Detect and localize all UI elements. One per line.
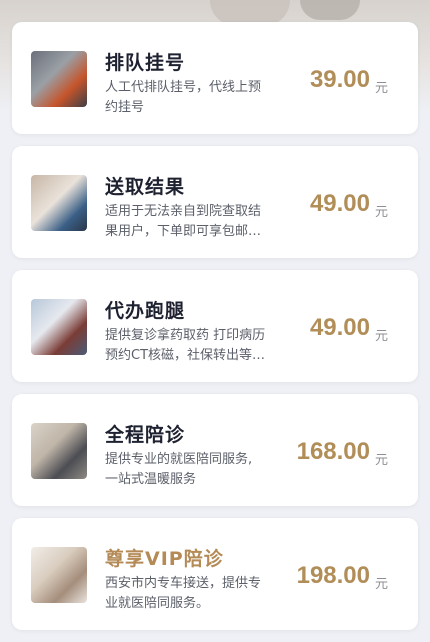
service-description-line: 预约CT核磁，社保转出等…	[105, 348, 266, 363]
banner-decoration	[300, 0, 360, 20]
price-unit: 元	[374, 577, 388, 592]
service-description-line: 约挂号	[105, 100, 145, 115]
service-card-vip-escort[interactable]: 尊享VIP陪诊 西安市内专车接送，提供专 业就医陪同服务。 198.00 元	[12, 518, 418, 630]
price-unit: 元	[374, 329, 388, 344]
service-card-errand[interactable]: 代办跑腿 提供复诊拿药取药 打印病历 预约CT核磁，社保转出等… 49.00 元	[12, 270, 418, 382]
queue-registration-photo	[31, 51, 87, 107]
service-description-line: 业就医陪同服务。	[105, 596, 210, 611]
result-delivery-photo	[31, 175, 87, 231]
vip-escort-photo	[31, 547, 87, 603]
service-description-line: 提供复诊拿药取药 打印病历	[105, 328, 266, 343]
service-card-queue-registration[interactable]: 排队挂号 人工代排队挂号，代线上预 约挂号 39.00 元	[12, 22, 418, 134]
service-description: 提供复诊拿药取药 打印病历 预约CT核磁，社保转出等…	[105, 326, 285, 366]
service-card-result-delivery[interactable]: 送取结果 适用于无法亲自到院查取结 果用户，下单即可享包邮… 49.00 元	[12, 146, 418, 258]
service-price: 49.00	[309, 314, 370, 341]
service-description-line: 果用户，下单即可享包邮…	[105, 224, 262, 239]
full-escort-photo	[31, 423, 87, 479]
price-unit: 元	[374, 453, 388, 468]
service-price: 39.00	[309, 66, 370, 93]
service-description-line: 适用于无法亲自到院查取结	[105, 204, 262, 219]
service-description-line: 西安市内专车接送，提供专	[105, 576, 262, 591]
service-card-full-escort[interactable]: 全程陪诊 提供专业的就医陪同服务, 一站式温暖服务 168.00 元	[12, 394, 418, 506]
service-description: 人工代排队挂号，代线上预 约挂号	[105, 78, 285, 118]
errand-photo	[31, 299, 87, 355]
service-price: 168.00	[296, 438, 370, 465]
price-unit: 元	[374, 81, 388, 96]
service-title: 排队挂号	[105, 52, 186, 74]
service-title: 代办跑腿	[105, 300, 186, 322]
service-title: 全程陪诊	[105, 424, 186, 446]
service-description: 西安市内专车接送，提供专 业就医陪同服务。	[105, 574, 285, 614]
service-description: 提供专业的就医陪同服务, 一站式温暖服务	[105, 450, 285, 490]
service-description: 适用于无法亲自到院查取结 果用户，下单即可享包邮…	[105, 202, 285, 242]
service-list: 排队挂号 人工代排队挂号，代线上预 约挂号 39.00 元 送取结果 适用于无法…	[12, 22, 418, 642]
service-title: 送取结果	[105, 176, 186, 198]
service-description-line: 人工代排队挂号，代线上预	[105, 80, 262, 95]
service-price: 49.00	[309, 190, 370, 217]
service-price: 198.00	[296, 562, 370, 589]
service-description-line: 一站式温暖服务	[105, 472, 197, 487]
price-unit: 元	[374, 205, 388, 220]
service-description-line: 提供专业的就医陪同服务,	[105, 452, 253, 467]
service-title: 尊享VIP陪诊	[105, 548, 224, 570]
